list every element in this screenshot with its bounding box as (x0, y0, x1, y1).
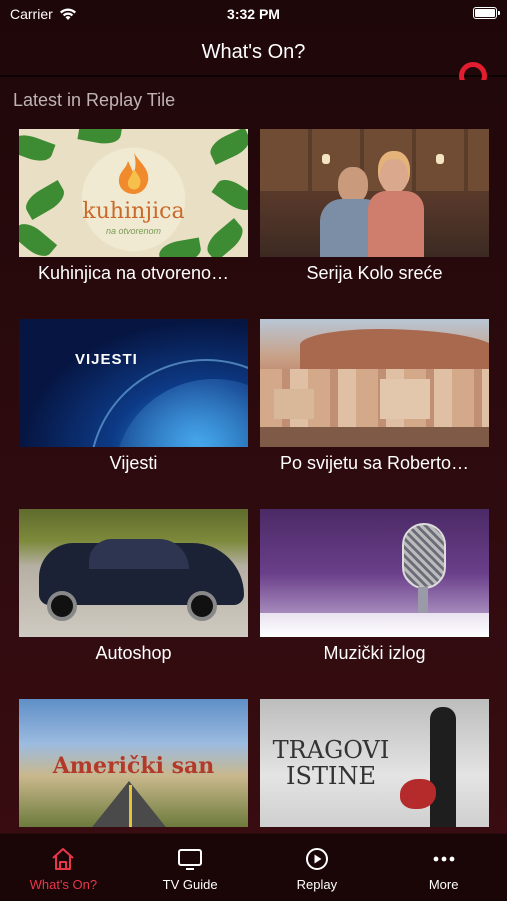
replay-icon (305, 848, 328, 870)
tile-autoshop[interactable]: Autoshop (19, 509, 248, 664)
tab-more[interactable]: More (389, 834, 499, 892)
tile-muzicki-izlog[interactable]: Muzički izlog (260, 509, 489, 664)
tab-label: More (428, 877, 459, 892)
section-title: Latest in Replay Tile (13, 90, 176, 110)
tab-label: What's On? (29, 877, 98, 892)
thumb-logo-text: TRAGOVI ISTINE (272, 736, 390, 790)
tile-vijesti[interactable]: VIJESTI Vijesti (19, 319, 248, 474)
battery-icon (473, 7, 500, 19)
thumb-logo-text: VIJESTI (75, 351, 138, 368)
tile-kolo-srece[interactable]: Serija Kolo sreće (260, 129, 489, 284)
status-left: Carrier (0, 6, 77, 22)
tile-po-svijetu[interactable]: Po svijetu sa Roberto… (260, 319, 489, 474)
page-title: What's On? (201, 40, 306, 63)
thumb-logo-subtext: na otvorenom (105, 226, 162, 236)
tile-title: Po svijetu sa Roberto… (279, 453, 470, 473)
tile-title: Kuhinjica na otvoreno… (37, 263, 230, 283)
tv-icon (178, 849, 203, 870)
thumbnail (260, 509, 489, 637)
thumbnail (260, 129, 489, 257)
tile-title: Autoshop (95, 643, 172, 663)
tab-whats-on[interactable]: What's On? (8, 834, 118, 892)
thumbnail: Američki san (19, 699, 248, 827)
tab-bar: What's On? TV Guide Replay More (0, 833, 507, 901)
tile-tragovi-istine[interactable]: TRAGOVI ISTINE (260, 699, 489, 832)
tab-label: TV Guide (162, 877, 218, 892)
more-icon (433, 856, 455, 862)
status-bar: Carrier 3:32 PM (0, 0, 507, 28)
thumbnail (260, 319, 489, 447)
flame-icon (118, 153, 149, 194)
wifi-icon (59, 8, 76, 20)
home-icon (52, 848, 75, 870)
thumbnail: kuhinjica na otvorenom (19, 129, 248, 257)
brand-logo-icon (457, 60, 489, 80)
tab-label: Replay (296, 877, 338, 892)
thumb-logo-text: Američki san (52, 753, 215, 779)
thumb-logo-text: kuhinjica (82, 199, 185, 224)
tile-americki-san[interactable]: Američki san (19, 699, 248, 832)
tile-kuhinjica[interactable]: kuhinjica na otvorenom Kuhinjica na otvo… (19, 129, 248, 284)
tile-title: Vijesti (109, 453, 158, 473)
thumbnail (19, 509, 248, 637)
nav-divider (0, 75, 507, 77)
tab-tv-guide[interactable]: TV Guide (135, 834, 245, 892)
thumbnail: TRAGOVI ISTINE (260, 699, 489, 827)
carrier-label: Carrier (10, 6, 53, 22)
tile-title: Muzički izlog (323, 643, 426, 663)
thumbnail: VIJESTI (19, 319, 248, 447)
tab-replay[interactable]: Replay (262, 834, 372, 892)
navigation-bar: What's On? (0, 28, 507, 76)
tile-title: Serija Kolo sreće (306, 263, 443, 283)
